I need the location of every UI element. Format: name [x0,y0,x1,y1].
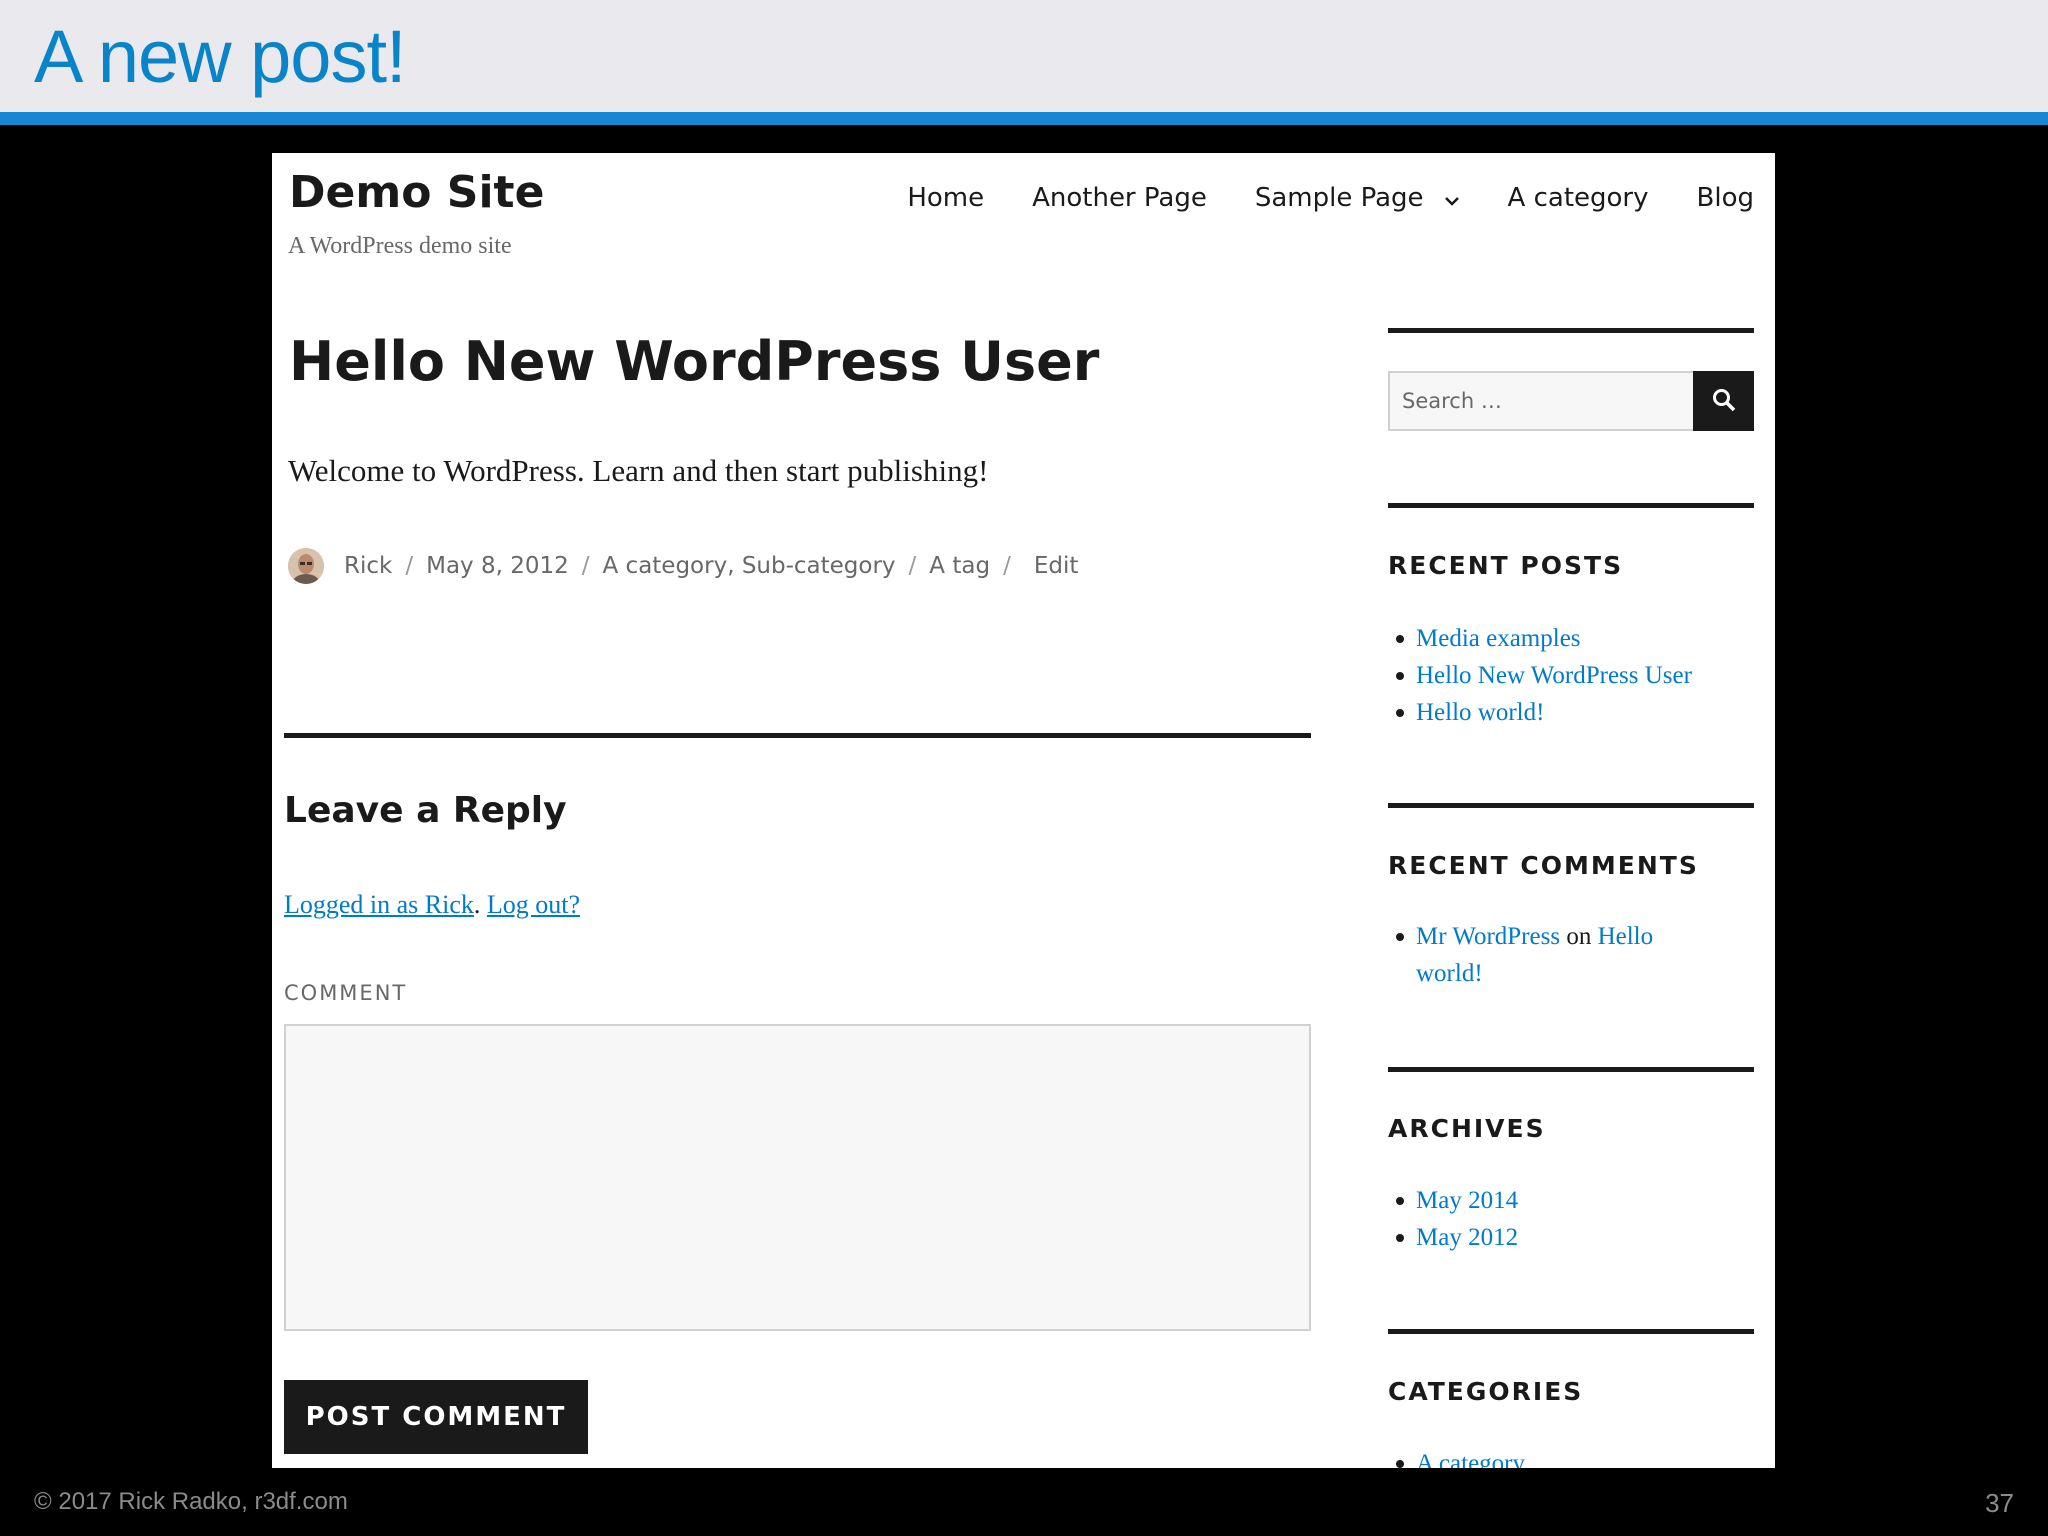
list-item: Hello world! [1388,694,1754,731]
archives-title: ARCHIVES [1388,1114,1546,1143]
slide-copyright: © 2017 Rick Radko, r3df.com [34,1488,348,1515]
search-input[interactable] [1388,371,1700,431]
nav-item-blog[interactable]: Blog [1697,183,1754,213]
post-meta: Rick / May 8, 2012 / A category, Sub-cat… [288,548,1078,584]
comment-label: COMMENT [284,981,408,1005]
list-item: Hello New WordPress User [1388,657,1754,694]
widget-divider [1388,503,1754,508]
nav-item-sample-page[interactable]: Sample Page [1255,183,1460,213]
wordpress-page: Demo Site A WordPress demo site Home Ano… [272,153,1775,1468]
post-title: Hello New WordPress User [289,330,1100,393]
widget-divider [1388,803,1754,808]
list-item: A category [1388,1445,1754,1468]
meta-separator: / [405,553,414,579]
recent-posts-list: Media examples Hello New WordPress User … [1388,620,1754,731]
recent-post-link[interactable]: Media examples [1416,625,1581,652]
logged-in-line: Logged in as Rick. Log out? [284,890,581,919]
recent-comments-title: RECENT COMMENTS [1388,851,1699,880]
archives-list: May 2014 May 2012 [1388,1182,1754,1256]
nav-item-home[interactable]: Home [907,183,984,213]
post-tag[interactable]: A tag [929,553,990,579]
post-edit-link[interactable]: Edit [1034,553,1079,579]
list-item: May 2012 [1388,1219,1754,1256]
search-button[interactable] [1693,371,1754,431]
slide-page-number: 37 [1985,1488,2014,1518]
reply-title: Leave a Reply [284,790,567,831]
comment-textarea[interactable] [284,1024,1311,1331]
category-link[interactable]: A category [1416,1450,1525,1468]
search-icon [1711,387,1737,416]
list-item: May 2014 [1388,1182,1754,1219]
recent-post-link[interactable]: Hello world! [1416,699,1544,726]
post-content: Welcome to WordPress. Learn and then sta… [288,453,989,488]
archive-link[interactable]: May 2012 [1416,1224,1518,1251]
comment-on-text: on [1566,923,1592,950]
post-comment-button[interactable]: POST COMMENT [284,1380,588,1454]
post-date[interactable]: May 8, 2012 [426,553,569,579]
author-avatar[interactable] [288,548,324,584]
slide-header: A new post! [0,0,2048,112]
widget-divider [1388,1067,1754,1072]
logout-link[interactable]: Log out? [487,890,580,919]
widget-divider [1388,1329,1754,1334]
recent-posts-title: RECENT POSTS [1388,551,1624,580]
archive-link[interactable]: May 2014 [1416,1187,1518,1214]
meta-separator: / [908,553,917,579]
chevron-down-icon[interactable] [1444,183,1460,213]
main-navigation: Home Another Page Sample Page A category… [907,183,1754,213]
site-description: A WordPress demo site [288,233,512,259]
meta-separator: / [1003,553,1011,579]
nav-item-another-page[interactable]: Another Page [1032,183,1207,213]
site-title[interactable]: Demo Site [289,167,544,218]
slide-title: A new post! [34,15,407,98]
list-item: Mr WordPress on Hello world! [1388,918,1688,992]
recent-post-link[interactable]: Hello New WordPress User [1416,662,1692,689]
logged-in-link[interactable]: Logged in as Rick [284,890,474,919]
post-author[interactable]: Rick [344,553,392,579]
nav-item-sample-page-label: Sample Page [1254,183,1424,213]
comment-author-link[interactable]: Mr WordPress [1416,923,1560,950]
nav-item-a-category[interactable]: A category [1508,183,1649,213]
list-item: Media examples [1388,620,1754,657]
widget-divider [1388,328,1754,333]
slide-accent-bar [0,112,2048,125]
meta-separator: / [581,553,590,579]
comments-divider [284,733,1311,738]
categories-title: CATEGORIES [1388,1377,1584,1406]
categories-list: A category [1388,1445,1754,1468]
recent-comments-list: Mr WordPress on Hello world! [1388,918,1688,992]
post-categories[interactable]: A category, Sub-category [603,553,896,579]
